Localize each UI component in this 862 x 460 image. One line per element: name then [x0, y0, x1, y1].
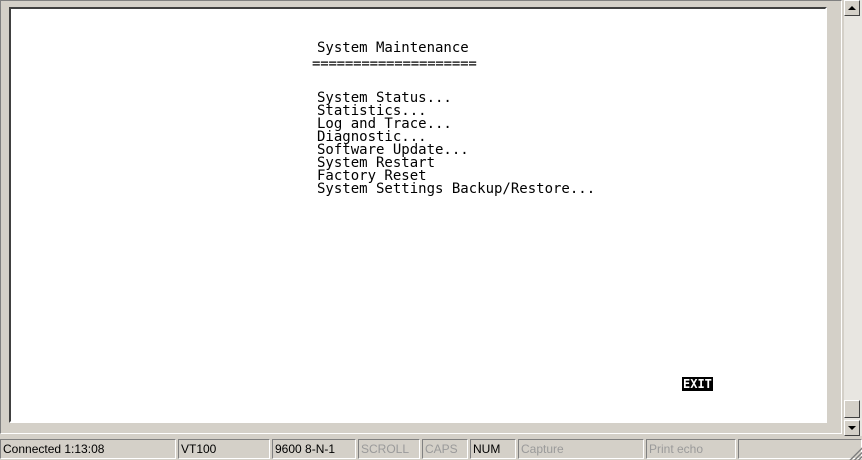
vertical-scrollbar[interactable]: [844, 0, 862, 436]
status-capture: Capture: [518, 439, 644, 459]
status-port-settings: 9600 8-N-1: [272, 439, 356, 459]
status-print-echo: Print echo: [646, 439, 736, 459]
terminal-window[interactable]: System Maintenance ==================== …: [9, 7, 827, 423]
maintenance-menu: System Status... Statistics... Log and T…: [317, 91, 595, 196]
status-caps: CAPS: [422, 439, 468, 459]
scroll-thumb[interactable]: [844, 400, 860, 418]
status-num: NUM: [470, 439, 516, 459]
title-underline: ====================: [312, 56, 477, 72]
scroll-down-arrow-icon: [848, 426, 856, 430]
menu-item-settings-backup-restore[interactable]: System Settings Backup/Restore...: [317, 182, 595, 196]
status-scroll: SCROLL: [358, 439, 420, 459]
scroll-up-button[interactable]: [844, 0, 860, 16]
scroll-down-button[interactable]: [844, 420, 860, 436]
status-connected: Connected 1:13:08: [0, 439, 176, 459]
status-bar: Connected 1:13:08 VT100 9600 8-N-1 SCROL…: [0, 438, 862, 460]
page-title: System Maintenance: [317, 40, 469, 56]
status-emulation: VT100: [178, 439, 270, 459]
resize-grip-icon[interactable]: [848, 446, 862, 460]
terminal-screen[interactable]: System Maintenance ==================== …: [11, 9, 825, 421]
scroll-up-arrow-icon: [848, 6, 856, 10]
status-empty: [738, 439, 862, 459]
exit-button[interactable]: EXIT: [682, 377, 713, 391]
terminal-frame: System Maintenance ==================== …: [0, 0, 842, 434]
